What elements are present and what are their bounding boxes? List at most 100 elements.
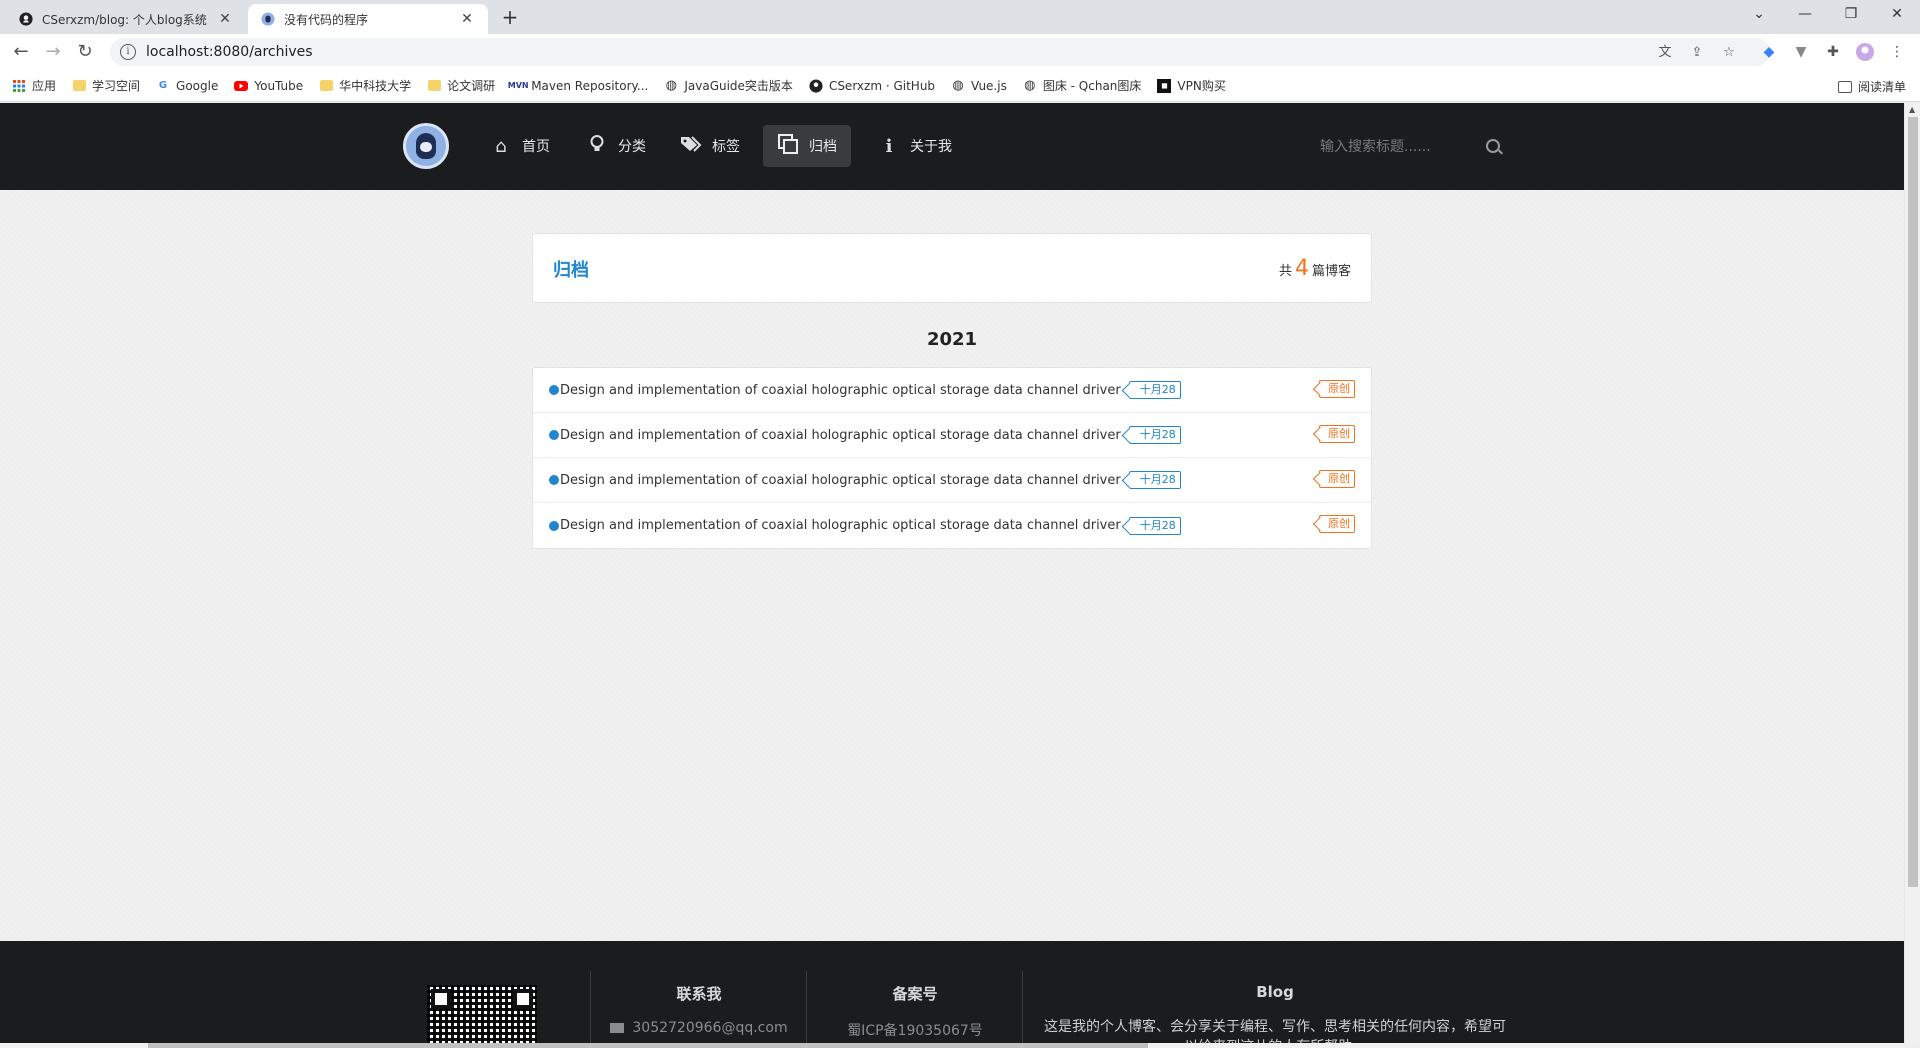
profile-avatar-icon[interactable] [1856,43,1874,61]
envelope-icon [610,1023,625,1033]
footer-divider [1022,971,1023,1043]
bookmark-folder[interactable]: 论文调研 [427,77,495,94]
maven-icon: MVN [507,81,529,90]
post-count-prefix: 共 [1278,264,1292,279]
bookmark-youtube[interactable]: YouTube [234,79,303,93]
footer-divider [806,971,807,1043]
youtube-icon [234,79,249,93]
bookmark-label: 应用 [32,79,57,93]
archive-year: 2021 [926,329,978,350]
clone-icon [777,133,799,159]
reading-list-button[interactable]: 阅读清单 [1837,78,1906,95]
site-logo[interactable] [403,123,449,169]
bullet-dot-icon [549,520,559,531]
nav-item-home[interactable]: ⌂ 首页 [476,125,564,167]
tab-close-icon[interactable]: ✕ [458,11,476,27]
bookmark-apps[interactable]: 应用 [12,77,56,94]
archive-post-row[interactable]: Design and implementation of coaxial hol… [533,368,1371,413]
footer-record-number[interactable]: 蜀ICP备19035067号 [812,1020,1018,1040]
bookmarks-bar: 应用 学习空间 G Google YouTube 华中科技大学 论文调研 MVN… [0,70,1920,102]
folder-icon [427,79,441,93]
bookmark-vue[interactable]: ◍ Vue.js [951,78,1006,93]
nav-item-label: 归档 [809,139,837,155]
horizontal-scrollbar-thumb[interactable] [148,1043,1148,1048]
reload-icon[interactable]: ↻ [72,40,98,66]
search-input[interactable]: 输入搜索标题...... [1310,136,1486,156]
address-bar[interactable]: i localhost:8080/archives [110,38,1770,66]
nav-item-archives[interactable]: 归档 [763,125,851,167]
scroll-up-icon[interactable]: ▲ [1909,105,1915,114]
post-date-tag: 十月28 [1128,471,1181,489]
translate-icon[interactable]: 文 [1656,44,1674,62]
browser-tab[interactable]: CSerxzm/blog: 个人blog系统 ✕ [6,4,246,34]
tab-title: 没有代码的程序 [284,12,369,27]
reading-list-label: 阅读清单 [1857,80,1906,94]
wechat-qr-code-image [427,985,537,1043]
bookmark-folder[interactable]: 学习空间 [72,77,140,94]
footer-blog-description: 这是我的个人博客、会分享关于编程、写作、思考相关的任何内容，希望可以给来到这儿的… [1044,1019,1506,1043]
github-icon [809,78,823,93]
tab-search-icon[interactable]: ⌄ [1736,0,1782,30]
bookmark-label: 华中科技大学 [339,79,412,93]
archive-post-row[interactable]: Design and implementation of coaxial hol… [533,458,1371,503]
post-count-number: 4 [1294,256,1309,281]
forward-icon[interactable]: → [40,40,66,66]
post-title-link[interactable]: Design and implementation of coaxial hol… [560,428,1121,443]
globe-icon: ◍ [952,78,964,93]
post-count-suffix: 篇博客 [1311,264,1351,279]
vpn-icon: ◼ [1157,78,1172,93]
post-type-badge: 原创 [1319,470,1355,488]
nav-item-categories[interactable]: 分类 [572,125,660,167]
footer-email[interactable]: 3052720966@qq.com [596,1020,802,1036]
post-date-tag: 十月28 [1128,516,1181,535]
tab-title: CSerxzm/blog: 个人blog系统 [42,12,207,27]
nav-item-about[interactable]: i 关于我 [864,125,966,167]
url-text: localhost:8080/archives [146,44,313,60]
folder-icon [72,79,86,93]
folder-icon [319,79,333,93]
post-title-link[interactable]: Design and implementation of coaxial hol… [560,518,1121,533]
github-icon [18,11,34,27]
lightbulb-icon [586,134,608,158]
extensions-puzzle-icon[interactable]: ✚ [1824,43,1842,61]
vertical-scrollbar[interactable]: ▲ [1904,103,1920,1043]
tab-close-icon[interactable]: ✕ [216,11,234,27]
scrollbar-thumb[interactable] [1908,117,1918,887]
footer-record: 备案号 蜀ICP备19035067号 [812,983,1018,1040]
extension-shield-icon[interactable]: ◆ [1760,43,1778,61]
site-info-icon[interactable]: i [120,44,136,60]
bookmark-github[interactable]: CSerxzm · GitHub [809,79,935,93]
bookmark-vpn[interactable]: ◼ VPN购买 [1157,77,1226,94]
bookmark-google[interactable]: G Google [156,79,218,93]
bookmark-qchan[interactable]: ◍ 图床 - Qchan图床 [1023,77,1141,94]
archive-heading: 归档 [553,260,589,281]
restore-button[interactable]: ❐ [1828,0,1874,30]
menu-kebab-icon[interactable]: ⋮ [1888,43,1906,61]
site-icon [260,11,276,27]
back-icon[interactable]: ← [8,40,34,66]
footer-divider [590,971,591,1043]
browser-tab-active[interactable]: 没有代码的程序 ✕ [248,4,488,34]
share-icon[interactable]: ⇪ [1688,44,1706,62]
extension-v-icon[interactable]: ▼ [1792,43,1810,61]
archive-post-row[interactable]: Design and implementation of coaxial hol… [533,503,1371,548]
new-tab-button[interactable]: + [498,6,522,30]
post-type-badge: 原创 [1319,515,1355,533]
post-type-badge: 原创 [1319,380,1355,398]
bookmark-javaguide[interactable]: ◍ JavaGuide突击版本 [664,77,793,94]
bullet-dot-icon [549,430,559,440]
bookmark-label: 论文调研 [447,79,496,93]
bookmark-folder[interactable]: 华中科技大学 [319,77,411,94]
bookmark-label: YouTube [254,78,304,93]
search-icon[interactable] [1486,139,1500,153]
bookmark-star-icon[interactable]: ☆ [1720,44,1738,62]
archive-post-row[interactable]: Design and implementation of coaxial hol… [533,413,1371,458]
minimize-button[interactable]: — [1782,0,1828,30]
horizontal-scrollbar[interactable] [0,1043,1904,1048]
close-window-button[interactable]: ✕ [1874,0,1920,30]
post-title-link[interactable]: Design and implementation of coaxial hol… [560,383,1121,398]
bookmark-maven[interactable]: MVN Maven Repository... [507,79,649,93]
post-title-link[interactable]: Design and implementation of coaxial hol… [560,473,1121,488]
search-box[interactable]: 输入搜索标题...... [1310,130,1510,162]
nav-item-tags[interactable]: 标签 [666,125,754,167]
